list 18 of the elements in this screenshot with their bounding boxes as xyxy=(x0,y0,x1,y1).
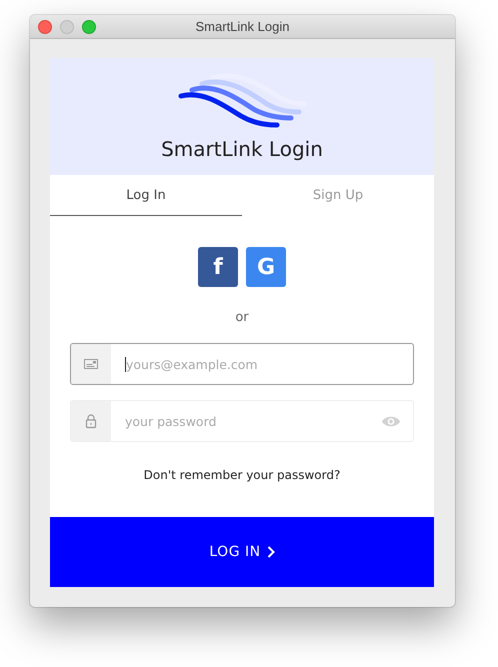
id-card-icon xyxy=(83,356,99,372)
email-input[interactable]: yours@example.com xyxy=(126,356,413,372)
minimize-button[interactable] xyxy=(60,20,74,34)
login-button[interactable]: LOG IN xyxy=(50,517,434,587)
password-field[interactable]: your password xyxy=(70,400,414,442)
zoom-button[interactable] xyxy=(82,20,96,34)
social-login-button[interactable]: G xyxy=(246,247,286,287)
separator-text: or xyxy=(235,310,249,325)
app-title: SmartLink Login xyxy=(161,137,323,161)
social-login-button[interactable]: f xyxy=(198,247,238,287)
forgot-password-link[interactable]: Don't remember your password? xyxy=(144,468,340,482)
email-field[interactable]: yours@example.com xyxy=(70,343,414,385)
chevron-icon xyxy=(266,546,275,558)
window-title: SmartLink Login xyxy=(196,19,290,34)
password-input[interactable]: your password xyxy=(111,414,381,428)
close-button[interactable] xyxy=(38,20,52,34)
eye-icon[interactable] xyxy=(381,414,401,428)
lock-icon xyxy=(83,413,99,429)
